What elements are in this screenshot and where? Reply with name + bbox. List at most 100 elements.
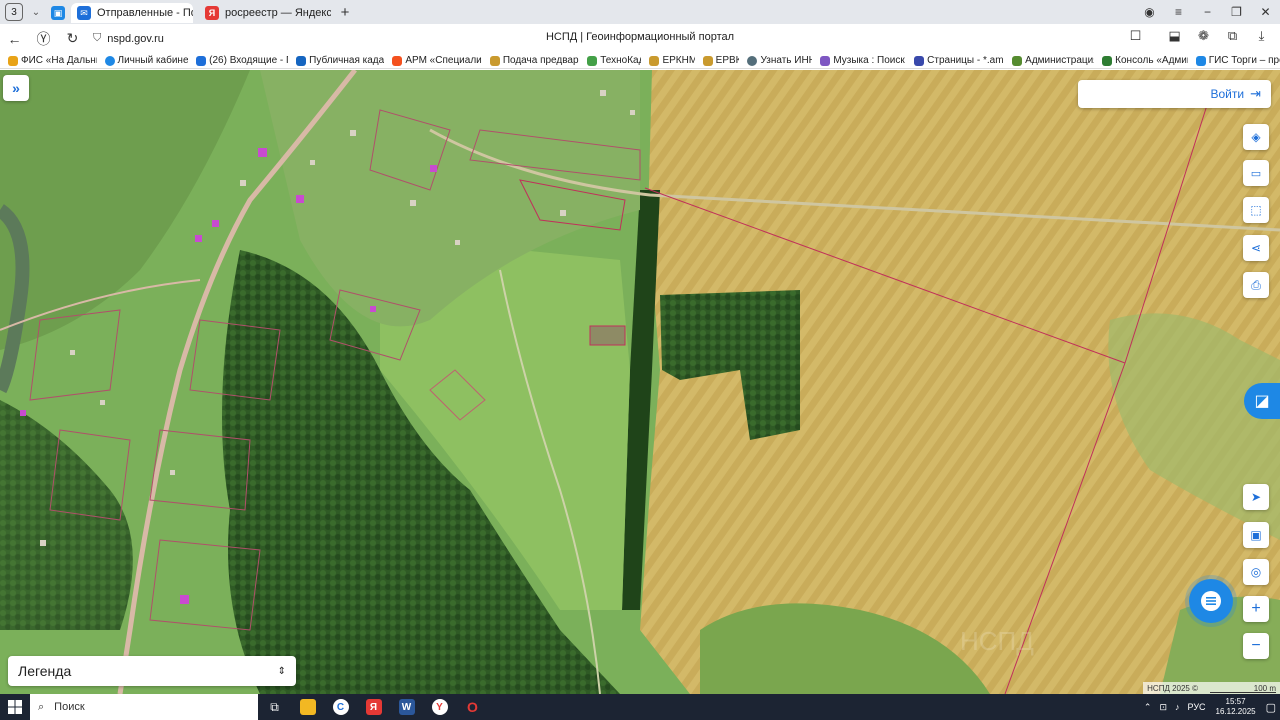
opera-icon: O (467, 699, 478, 715)
zoom-in-button[interactable]: + (1243, 596, 1269, 622)
yandex-app-button[interactable]: Y (423, 694, 456, 720)
bookmark-item[interactable]: Подача предвари (489, 55, 579, 66)
tab-title: росреестр — Яндекс: нац (225, 7, 331, 19)
locate-button[interactable]: ➤ (1243, 484, 1269, 510)
bookmark-item[interactable]: Администрация (1012, 55, 1094, 66)
bookmark-icon (392, 55, 403, 66)
profile-icon[interactable]: ◉ (1135, 5, 1164, 19)
geolocation-button[interactable]: ◎ (1243, 559, 1269, 585)
opera-button[interactable]: O (456, 694, 489, 720)
new-tab-button[interactable]: + (335, 4, 355, 21)
bookmark-item[interactable]: Публичная кадас (296, 55, 384, 66)
map-attribution: НСПД 2025 © (1147, 683, 1198, 693)
zoom-out-button[interactable]: − (1243, 633, 1269, 659)
bookmark-icon (820, 55, 831, 66)
ruler-button[interactable]: ▭ (1243, 160, 1269, 186)
chat-button[interactable] (1189, 579, 1233, 623)
clock-date: 16.12.2025 (1215, 707, 1256, 716)
bookmark-item[interactable]: ФИС «На Дальни (8, 55, 97, 66)
layers-button[interactable]: ◈ (1243, 124, 1269, 150)
legend-label: Легенда (18, 663, 72, 679)
menu-icon[interactable]: ≡ (1164, 5, 1193, 19)
bookmark-item[interactable]: Личный кабинет (104, 55, 188, 66)
close-window-button[interactable]: ✕ (1251, 5, 1280, 19)
bookmark-item[interactable]: ТехноКад (587, 55, 641, 66)
yandex-icon: Я (205, 6, 219, 20)
minimize-button[interactable]: − (1193, 5, 1222, 19)
task-view-button[interactable]: ⧉ (258, 694, 291, 720)
bookmark-icon (104, 55, 115, 66)
yandex-circle-icon: Y (431, 699, 448, 715)
bookmark-item[interactable]: (26) Входящие - П (196, 55, 288, 66)
yandex-browser-button[interactable]: Я (357, 694, 390, 720)
downloads-icon[interactable]: ⬓ (1160, 28, 1189, 44)
collections-icon[interactable]: ⧉ (1218, 28, 1247, 44)
address-bar: ← Ⓨ ↻ ⛉ nspd.gov.ru НСПД | Геоинформацио… (0, 24, 1280, 53)
scale-label: 100 m (1210, 684, 1276, 693)
url-field[interactable]: ⛉ nspd.gov.ru (93, 32, 164, 45)
bookmark-icon (1102, 55, 1113, 66)
emblem-icon (489, 55, 500, 66)
bookmarks-bar: ФИС «На Дальни Личный кабинет (26) Входя… (0, 53, 1280, 69)
zoom-in-icon: + (1251, 600, 1261, 617)
bookmark-item[interactable]: Музыка : Поиск - (820, 55, 906, 66)
clock[interactable]: 15:57 16.12.2025 (1216, 697, 1256, 717)
windows-logo-icon (8, 700, 22, 714)
select-area-button[interactable]: ⬚ (1243, 197, 1269, 223)
reload-button[interactable]: ↻ (58, 30, 87, 47)
language-indicator[interactable]: РУС (1188, 702, 1206, 712)
tab-list-chevron-icon[interactable]: ⌄ (27, 7, 45, 18)
minimap-icon: ▣ (1250, 528, 1262, 542)
notifications-icon[interactable]: ▢ (1266, 701, 1276, 714)
tab-yandex[interactable]: Я росреестр — Яндекс: нац × (199, 3, 331, 23)
extension-icon[interactable]: ❁ (1189, 28, 1218, 44)
search-icon: ⌕ (38, 700, 45, 713)
word-button[interactable]: W (390, 694, 423, 720)
legend-dropdown[interactable]: Легенда ⇕ (8, 656, 296, 686)
bookmark-item[interactable]: Узнать ИНН (747, 55, 812, 66)
bookmark-item[interactable]: ЕРВК (702, 55, 739, 66)
scale-bar: НСПД 2025 © 100 m (1143, 682, 1280, 694)
app-button[interactable]: C (324, 694, 357, 720)
print-button[interactable]: ⎙ (1243, 272, 1269, 298)
tab-count-button[interactable]: 3 (5, 3, 23, 21)
bookmark-item[interactable]: Консоль «Админ (1102, 55, 1188, 66)
back-button[interactable]: ← (0, 31, 29, 47)
download-arrow-icon[interactable]: ⤓ (1247, 28, 1276, 44)
bookmark-item[interactable]: АРМ «Специалис (392, 55, 482, 66)
restore-button[interactable]: ❐ (1222, 5, 1251, 19)
yandex-icon: Я (365, 699, 382, 715)
map-view[interactable]: НСПД » Войти ⇥ ◈ ▭ ⬚ ⋖ ⎙ ◪ ➤ ▣ ◎ + − Лег… (0, 70, 1280, 694)
start-button[interactable] (0, 700, 30, 714)
minimap-button[interactable]: ▣ (1243, 522, 1269, 548)
emblem-icon (649, 55, 660, 66)
login-label: Войти (1210, 87, 1245, 101)
expand-panel-button[interactable]: » (3, 75, 29, 101)
speaker-icon[interactable]: ♪ (1175, 702, 1180, 712)
bookmark-icon (8, 55, 18, 66)
bookmark-item[interactable]: ЕРКНМ (649, 55, 695, 66)
login-icon: ⇥ (1250, 86, 1261, 101)
emblem-icon (702, 55, 713, 66)
print-icon: ⎙ (1251, 277, 1261, 292)
tab-pinned[interactable]: ▣ (51, 3, 67, 23)
c-app-icon: C (332, 699, 349, 715)
yandex-home-icon[interactable]: Ⓨ (29, 29, 58, 49)
task-view-icon: ⧉ (270, 699, 279, 714)
share-button[interactable]: ⋖ (1243, 235, 1269, 261)
bookmark-icon[interactable]: ☐ (1121, 28, 1150, 44)
site-info-icon[interactable]: ⛉ (93, 32, 101, 45)
ruler-icon: ▭ (1250, 167, 1262, 180)
system-tray: ⌃ ⊡ ♪ РУС 15:57 16.12.2025 ▢ (1140, 694, 1280, 720)
tab-mail[interactable]: ✉ Отправленные - Почта М (71, 3, 193, 23)
login-button[interactable]: Войти ⇥ (1078, 80, 1271, 108)
file-explorer-button[interactable] (291, 694, 324, 720)
taskbar-search[interactable]: ⌕ Поиск (30, 694, 258, 720)
assistant-button[interactable]: ◪ (1244, 383, 1280, 419)
word-icon: W (398, 699, 415, 715)
chevron-up-icon[interactable]: ⌃ (1144, 702, 1152, 713)
bookmark-icon (747, 55, 758, 66)
bookmark-item[interactable]: ГИС Торги – про (1195, 55, 1280, 66)
bookmark-item[interactable]: Страницы - *.amu (914, 55, 1004, 66)
network-icon[interactable]: ⊡ (1159, 702, 1167, 713)
